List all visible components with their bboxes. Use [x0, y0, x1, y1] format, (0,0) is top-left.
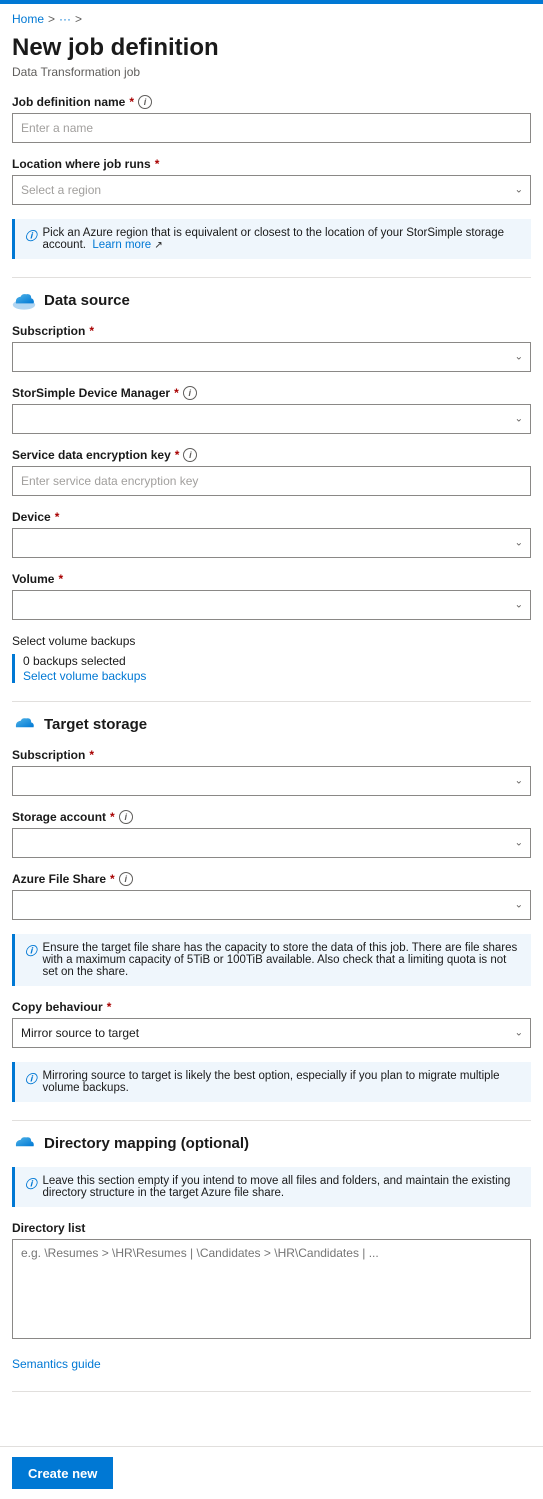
location-info-box: ⓘ Pick an Azure region that is equivalen…: [12, 219, 531, 259]
copy-behaviour-select-wrapper: Mirror source to target ⌄: [12, 1018, 531, 1048]
breadcrumb-sep2: >: [75, 12, 82, 26]
volume-backups-label: Select volume backups: [12, 634, 531, 648]
directory-list-label: Directory list: [12, 1221, 531, 1235]
job-name-info-icon[interactable]: i: [138, 95, 152, 109]
page-title: New job definition: [12, 34, 531, 63]
directory-mapping-title: Directory mapping (optional): [44, 1135, 249, 1152]
directory-mapping-info-text: Leave this section empty if you intend t…: [43, 1175, 522, 1199]
job-definition-name-group: Job definition name * i: [12, 95, 531, 143]
volume-backups-section: Select volume backups 0 backups selected…: [12, 634, 531, 683]
directory-mapping-info-box: ⓘ Leave this section empty if you intend…: [12, 1167, 531, 1207]
encryption-key-input[interactable]: [12, 466, 531, 496]
page-subtitle: Data Transformation job: [12, 65, 531, 79]
target-storage-divider: [12, 701, 531, 702]
directory-mapping-info-icon: ⓘ: [25, 1176, 37, 1199]
location-group: Location where job runs * Select a regio…: [12, 157, 531, 205]
encryption-key-group: Service data encryption key * i: [12, 448, 531, 496]
data-source-header: Data source: [12, 292, 531, 310]
device-select[interactable]: [12, 528, 531, 558]
storage-account-group: Storage account * i ⌄: [12, 810, 531, 858]
semantics-guide-container: Semantics guide: [12, 1356, 531, 1371]
ds-subscription-label: Subscription *: [12, 324, 531, 338]
location-info-text: Pick an Azure region that is equivalent …: [43, 227, 522, 251]
encryption-key-info-icon[interactable]: i: [183, 448, 197, 462]
copy-behaviour-label: Copy behaviour *: [12, 1000, 531, 1014]
device-select-wrapper: ⌄: [12, 528, 531, 558]
storsimple-select[interactable]: [12, 404, 531, 434]
encryption-key-label: Service data encryption key * i: [12, 448, 531, 462]
directory-list-textarea[interactable]: [12, 1239, 531, 1339]
storage-account-info-icon[interactable]: i: [119, 810, 133, 824]
location-info-icon: ⓘ: [25, 228, 37, 251]
azure-file-share-select[interactable]: [12, 890, 531, 920]
device-label: Device *: [12, 510, 531, 524]
breadcrumb: Home > ··· >: [0, 4, 543, 30]
create-new-button[interactable]: Create new: [12, 1457, 113, 1489]
backup-count: 0 backups selected: [23, 654, 531, 668]
location-label: Location where job runs *: [12, 157, 531, 171]
learn-more-link[interactable]: Learn more: [92, 239, 151, 251]
page-header: New job definition Data Transformation j…: [0, 30, 543, 85]
device-group: Device * ⌄: [12, 510, 531, 558]
storsimple-select-wrapper: ⌄: [12, 404, 531, 434]
copy-behaviour-info-icon: ⓘ: [25, 1071, 37, 1094]
storsimple-info-icon[interactable]: i: [183, 386, 197, 400]
directory-list-group: Directory list: [12, 1221, 531, 1342]
directory-mapping-divider: [12, 1120, 531, 1121]
ts-subscription-select[interactable]: [12, 766, 531, 796]
data-source-title: Data source: [44, 292, 130, 309]
job-definition-name-label: Job definition name * i: [12, 95, 531, 109]
volume-group: Volume * ⌄: [12, 572, 531, 620]
bottom-bar: Create new: [0, 1446, 543, 1499]
azure-file-share-group: Azure File Share * i ⌄: [12, 872, 531, 920]
breadcrumb-middle[interactable]: ···: [59, 12, 71, 26]
copy-behaviour-select[interactable]: Mirror source to target: [12, 1018, 531, 1048]
bottom-divider: [12, 1391, 531, 1392]
volume-label: Volume *: [12, 572, 531, 586]
storsimple-label: StorSimple Device Manager * i: [12, 386, 531, 400]
ts-subscription-group: Subscription * ⌄: [12, 748, 531, 796]
select-volume-backups-link[interactable]: Select volume backups: [23, 669, 146, 683]
volume-select[interactable]: [12, 590, 531, 620]
external-link-icon: ↗: [154, 240, 162, 251]
data-source-divider: [12, 277, 531, 278]
directory-mapping-icon: [12, 1135, 36, 1153]
directory-mapping-header: Directory mapping (optional): [12, 1135, 531, 1153]
ds-subscription-group: Subscription * ⌄: [12, 324, 531, 372]
storsimple-group: StorSimple Device Manager * i ⌄: [12, 386, 531, 434]
data-source-icon: [12, 292, 36, 310]
location-select-wrapper: Select a region ⌄: [12, 175, 531, 205]
location-select[interactable]: Select a region: [12, 175, 531, 205]
azure-file-share-info-icon[interactable]: i: [119, 872, 133, 886]
file-share-info-text: Ensure the target file share has the cap…: [43, 942, 522, 978]
ts-subscription-label: Subscription *: [12, 748, 531, 762]
semantics-guide-link[interactable]: Semantics guide: [12, 1357, 101, 1371]
breadcrumb-sep1: >: [48, 12, 55, 26]
target-storage-title: Target storage: [44, 716, 147, 733]
copy-behaviour-info-text: Mirroring source to target is likely the…: [43, 1070, 522, 1094]
target-storage-header: Target storage: [12, 716, 531, 734]
copy-behaviour-group: Copy behaviour * Mirror source to target…: [12, 1000, 531, 1048]
volume-select-wrapper: ⌄: [12, 590, 531, 620]
storage-account-select-wrapper: ⌄: [12, 828, 531, 858]
ds-subscription-select[interactable]: [12, 342, 531, 372]
form-container: Job definition name * i Location where j…: [0, 85, 543, 1486]
azure-file-share-label: Azure File Share * i: [12, 872, 531, 886]
storage-account-label: Storage account * i: [12, 810, 531, 824]
ts-subscription-select-wrapper: ⌄: [12, 766, 531, 796]
file-share-info-box: ⓘ Ensure the target file share has the c…: [12, 934, 531, 986]
azure-file-share-select-wrapper: ⌄: [12, 890, 531, 920]
target-storage-icon: [12, 716, 36, 734]
ds-subscription-select-wrapper: ⌄: [12, 342, 531, 372]
backup-selected-container: 0 backups selected Select volume backups: [12, 654, 531, 683]
job-definition-name-input[interactable]: [12, 113, 531, 143]
breadcrumb-home[interactable]: Home: [12, 12, 44, 26]
file-share-info-icon: ⓘ: [25, 943, 37, 978]
copy-behaviour-info-box: ⓘ Mirroring source to target is likely t…: [12, 1062, 531, 1102]
storage-account-select[interactable]: [12, 828, 531, 858]
